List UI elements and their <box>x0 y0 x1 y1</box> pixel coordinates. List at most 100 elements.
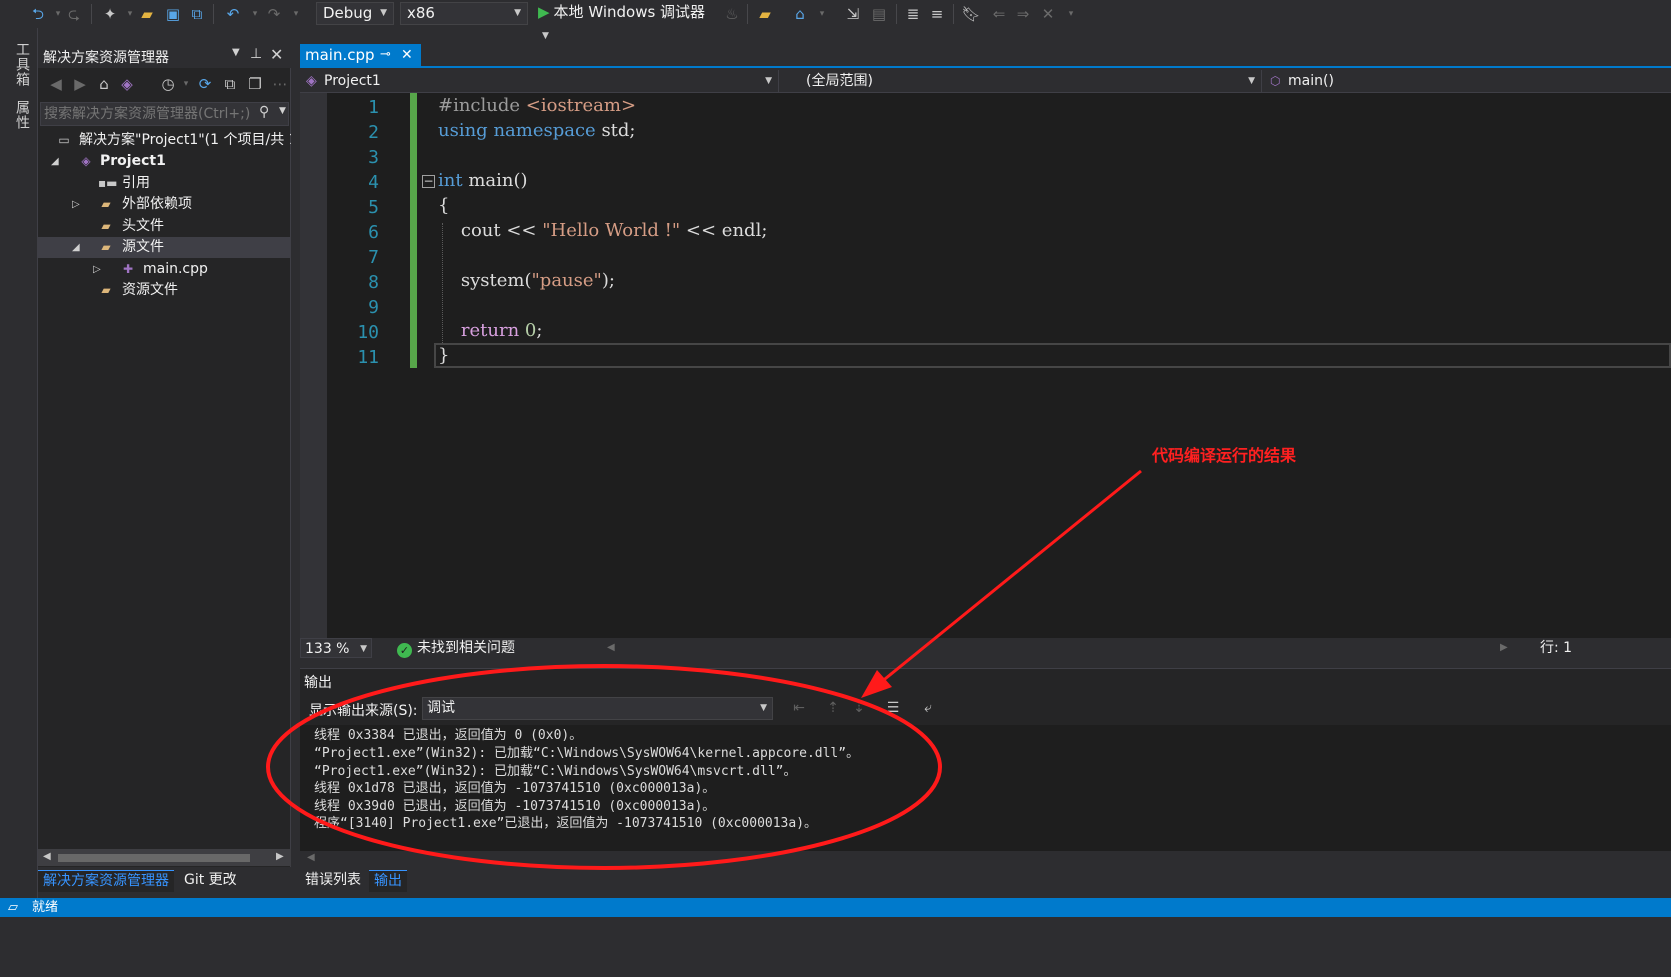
scope-dropdown[interactable]: (全局范围) ▼ <box>784 70 1262 92</box>
cpp-project-icon: ◈ <box>306 73 317 89</box>
tree-item-project[interactable]: ◢ ◈ Project1 <box>38 151 291 172</box>
output-text-area[interactable]: 线程 0x3384 已退出，返回值为 0 (0x0)。 “Project1.ex… <box>300 725 1671 851</box>
undo-icon[interactable]: ↶ <box>223 4 243 24</box>
refresh-icon[interactable]: ⟳ <box>195 74 215 94</box>
show-all-files-icon[interactable]: ❐ <box>245 74 265 94</box>
step-icon[interactable]: ⇲ <box>843 4 863 24</box>
keyword-token: int <box>438 170 463 191</box>
code-line: return 0; <box>438 318 543 343</box>
collapse-icon[interactable]: ◢ <box>51 151 59 172</box>
horizontal-scrollbar[interactable]: ◀ ▶ <box>38 849 291 866</box>
save-icon[interactable]: ▣ <box>163 4 183 24</box>
toolbar-separator <box>213 4 214 24</box>
close-icon[interactable]: ✕ <box>270 45 283 64</box>
tree-item-external-dependencies[interactable]: ▷ ▰ 外部依赖项 <box>38 194 291 215</box>
chevron-down-icon: ▼ <box>765 76 772 86</box>
toolbar-dropdown-icon[interactable]: ▾ <box>812 4 832 24</box>
switch-views-icon[interactable]: ◈ <box>117 74 137 94</box>
issues-indicator[interactable]: ✓ 未找到相关问题 <box>397 638 515 658</box>
chevron-down-icon: ▼ <box>360 644 367 654</box>
navigate-back-icon[interactable]: ⮌ <box>28 4 48 24</box>
tree-item-references[interactable]: ▪▬ 引用 <box>38 173 291 194</box>
keyword-token: namespace <box>493 120 596 141</box>
tab-output[interactable]: 输出 <box>369 870 407 892</box>
tab-solution-explorer[interactable]: 解决方案资源管理器 <box>38 870 174 892</box>
pending-changes-icon[interactable]: ◷ <box>158 74 178 94</box>
filter-dropdown-icon[interactable]: ▾ <box>176 74 196 94</box>
tab-git-changes[interactable]: Git 更改 <box>179 870 242 892</box>
expand-icon[interactable]: ▷ <box>72 194 80 215</box>
pin-icon[interactable]: ⊥ <box>250 46 262 62</box>
toggle-word-wrap-icon[interactable]: ⤶ <box>918 698 938 718</box>
back-icon[interactable]: ◀ <box>46 74 66 94</box>
redo-icon[interactable]: ↷ <box>264 4 284 24</box>
zoom-select[interactable]: 133 % ▼ <box>300 638 372 658</box>
next-message-icon[interactable]: ⇣ <box>849 698 869 718</box>
breakpoints-icon[interactable]: ▤ <box>869 4 889 24</box>
hot-reload-icon[interactable]: ♨ <box>722 4 742 24</box>
collapse-icon[interactable]: ◢ <box>72 237 80 258</box>
close-icon[interactable]: ✕ <box>401 44 413 66</box>
tree-item-header-files[interactable]: ▰ 头文件 <box>38 216 291 237</box>
outdent-icon[interactable]: ≣ <box>903 4 923 24</box>
clear-bookmarks-icon[interactable]: ✕ <box>1038 4 1058 24</box>
forward-icon[interactable]: ▶ <box>70 74 90 94</box>
undo-dropdown-icon[interactable]: ▾ <box>245 4 265 24</box>
configuration-select[interactable]: Debug ▼ <box>316 2 394 25</box>
previous-bookmark-icon[interactable]: ⇐ <box>989 4 1009 24</box>
search-icon[interactable]: ⚲ <box>259 104 269 120</box>
pin-icon[interactable]: ⊸ <box>380 44 391 66</box>
indent-icon[interactable]: ≡ <box>927 4 947 24</box>
home-icon[interactable]: ⌂ <box>94 74 114 94</box>
tree-item-resource-files[interactable]: ▰ 资源文件 <box>38 280 291 301</box>
find-message-icon[interactable]: ⇤ <box>789 698 809 718</box>
save-all-icon[interactable]: ⧉ <box>187 4 207 24</box>
filter-folder-icon: ▰ <box>101 219 111 233</box>
tree-item-label: 外部依赖项 <box>122 196 192 212</box>
clear-all-icon[interactable]: ☰ <box>883 698 903 718</box>
scroll-left-icon[interactable]: ◀ <box>307 852 315 863</box>
toolbox-tab[interactable]: 工具箱 <box>12 42 32 87</box>
solution-explorer-icon[interactable]: ⌂ <box>790 4 810 24</box>
project-dropdown[interactable]: ◈ Project1 ▼ <box>300 70 779 92</box>
platform-select[interactable]: x86 ▼ <box>400 2 528 25</box>
new-project-icon[interactable]: ✦ <box>100 4 120 24</box>
tree-item-source-files[interactable]: ◢ ▰ 源文件 <box>38 237 291 258</box>
tree-item-main-cpp[interactable]: ▷ ✚ main.cpp <box>38 259 291 280</box>
window-position-icon[interactable]: ▼ <box>232 47 240 58</box>
toolbar-separator <box>953 4 954 24</box>
scroll-left-icon[interactable]: ◀ <box>43 851 51 862</box>
code-editor[interactable]: 1 2 3 4 5 6 7 8 9 10 11 − #include <iost… <box>300 93 1671 638</box>
solution-search-box[interactable]: ⚲ ▼ <box>40 102 289 126</box>
properties-tab[interactable]: 属性 <box>12 100 32 130</box>
toolbar-separator <box>91 4 92 24</box>
tab-label: main.cpp <box>305 46 375 64</box>
expand-icon[interactable]: ▷ <box>93 259 101 280</box>
navigate-forward-icon[interactable]: ⮎ <box>64 4 84 24</box>
properties-icon[interactable]: ⋯ <box>270 74 290 94</box>
member-dropdown[interactable]: ⬡ main() <box>1266 70 1671 92</box>
browse-folder-icon[interactable]: ▰ <box>755 4 775 24</box>
solution-search-input[interactable] <box>41 103 251 125</box>
toolbar-options-icon[interactable]: ▾ <box>1061 4 1081 24</box>
tab-main-cpp[interactable]: main.cpp ⊸ ✕ <box>300 44 421 68</box>
scroll-right-icon[interactable]: ▶ <box>276 851 284 862</box>
collapse-all-icon[interactable]: ⧉ <box>220 74 240 94</box>
line-column-indicator[interactable]: 行: 1 <box>1540 638 1572 658</box>
tab-error-list[interactable]: 错误列表 <box>300 870 366 892</box>
scroll-left-icon[interactable]: ◀ <box>607 638 615 658</box>
output-source-select[interactable]: 调试 ▼ <box>422 697 773 720</box>
search-options-icon[interactable]: ▼ <box>279 106 286 116</box>
output-horizontal-scrollbar[interactable]: ◀ <box>300 851 1671 868</box>
scrollbar-thumb[interactable] <box>58 854 250 862</box>
collapse-region-icon[interactable]: − <box>422 175 435 188</box>
start-debugging-button[interactable]: ▶ 本地 Windows 调试器 ▼ <box>538 2 718 41</box>
scroll-right-icon[interactable]: ▶ <box>1500 638 1508 658</box>
line-number: 7 <box>368 247 379 268</box>
next-bookmark-icon[interactable]: ⇒ <box>1013 4 1033 24</box>
redo-dropdown-icon[interactable]: ▾ <box>286 4 306 24</box>
previous-message-icon[interactable]: ⇡ <box>823 698 843 718</box>
open-folder-icon[interactable]: ▰ <box>137 4 157 24</box>
bookmark-icon[interactable]: 🔖︎ <box>961 4 981 24</box>
tree-item-solution[interactable]: ▭ 解决方案"Project1"(1 个项目/共 1 <box>38 130 291 151</box>
